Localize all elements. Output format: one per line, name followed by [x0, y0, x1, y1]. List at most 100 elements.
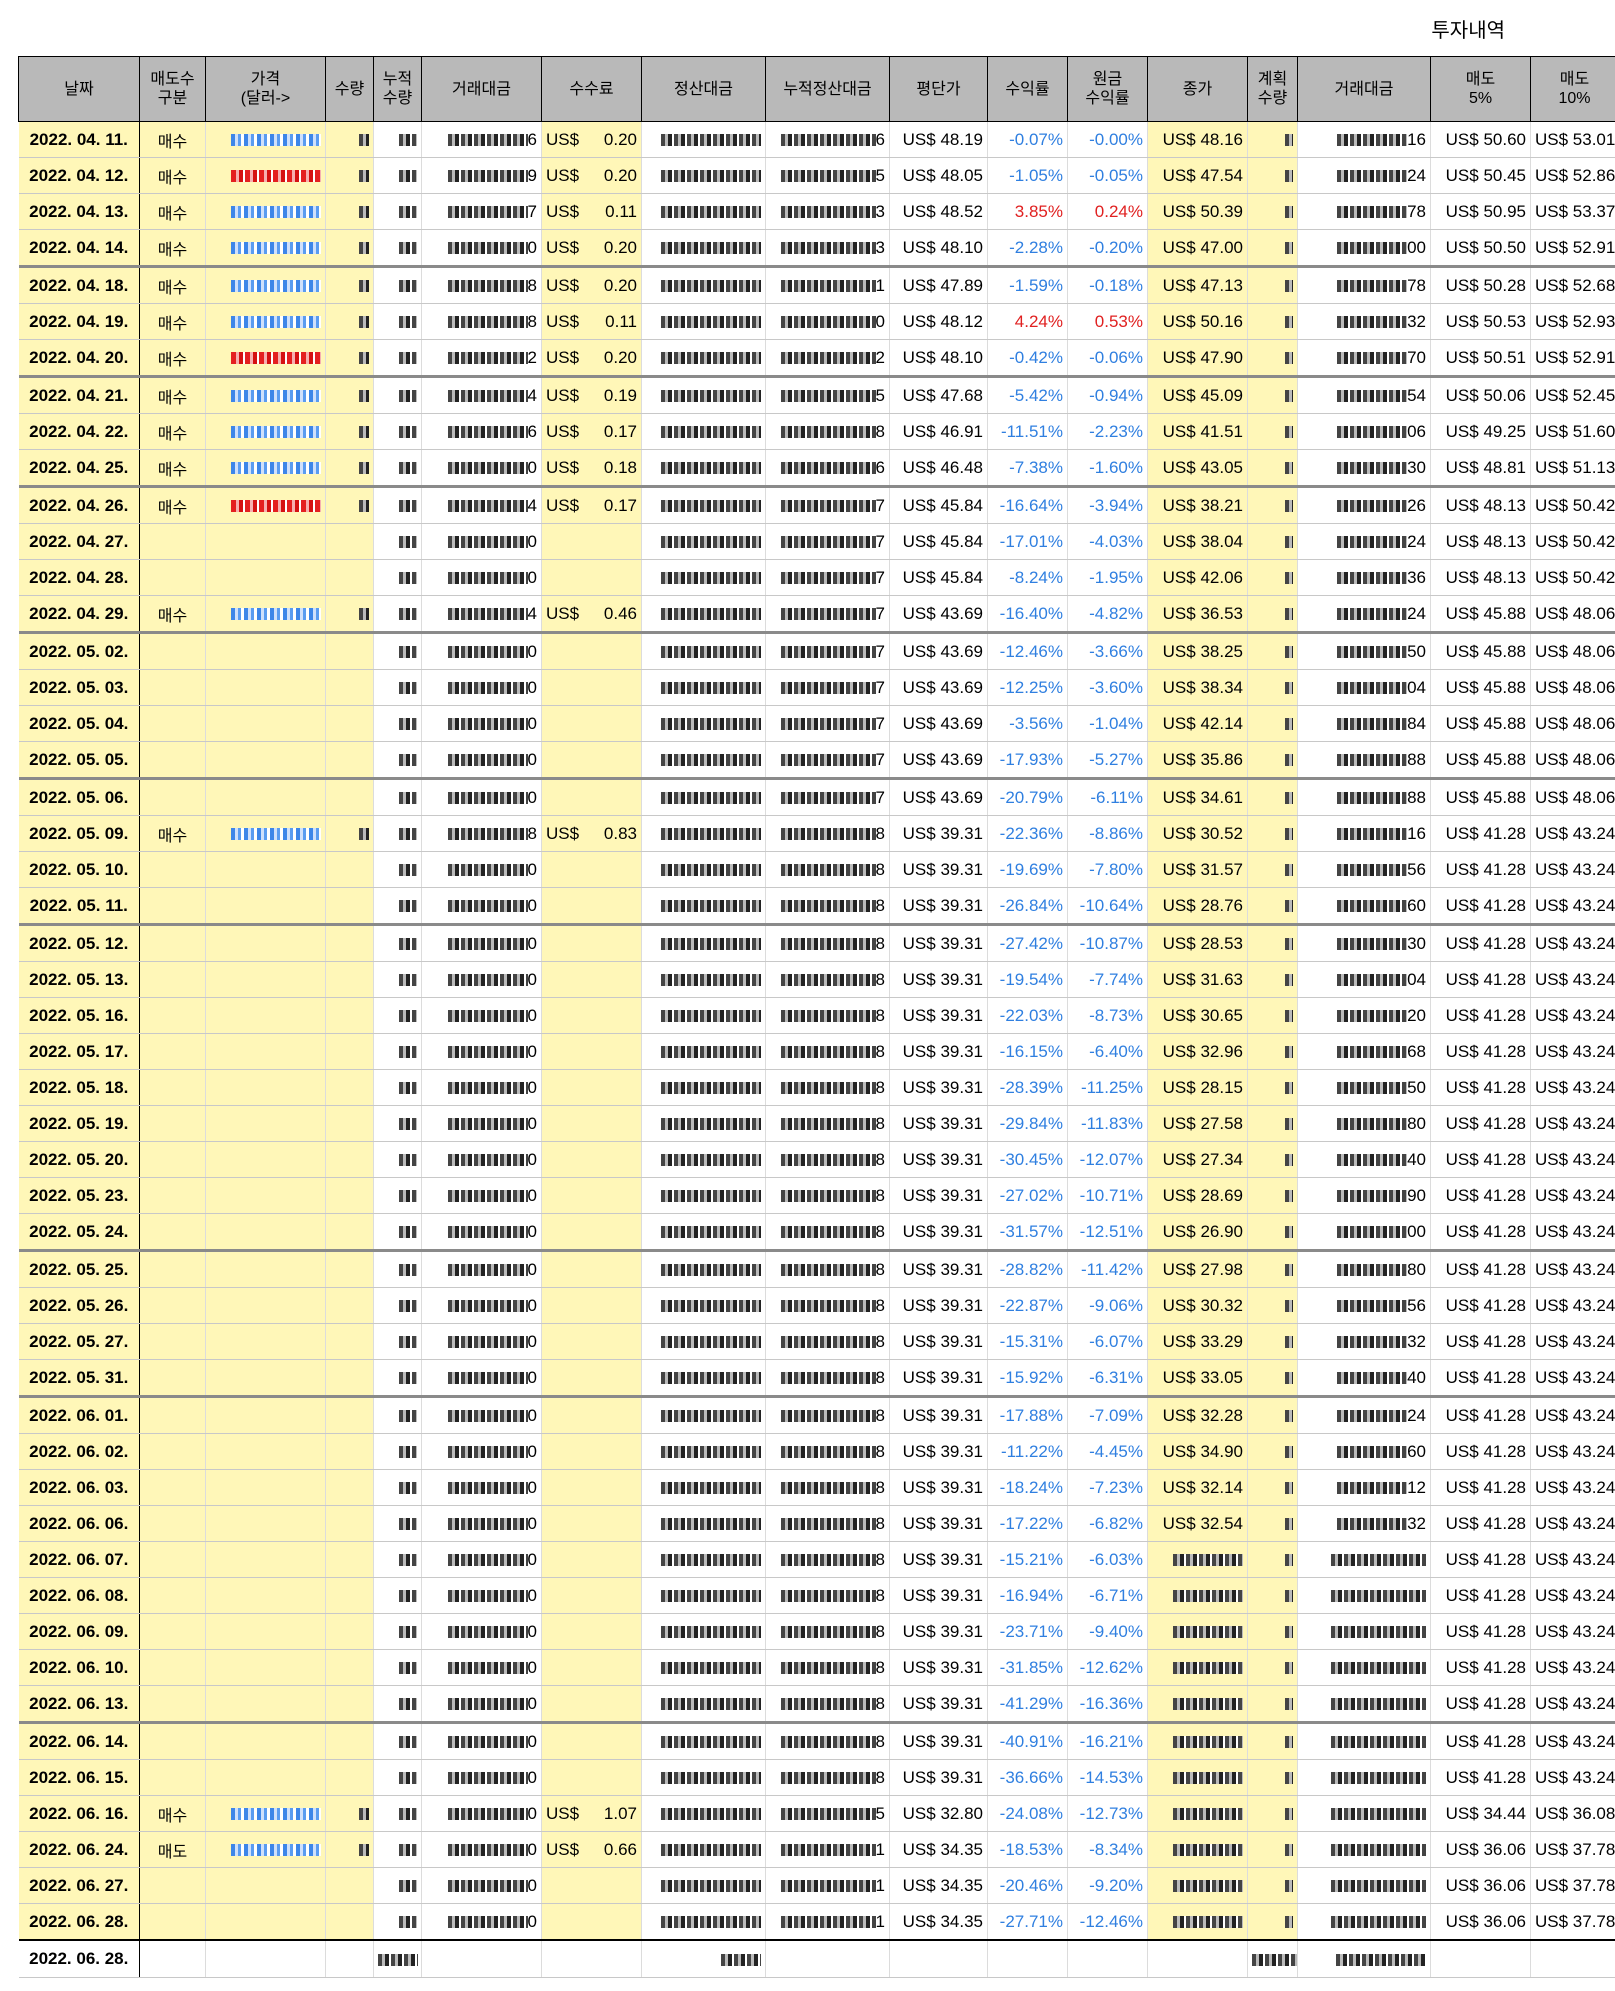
redacted-value — [447, 1662, 528, 1675]
trade-amount-2-cell: 30 — [1297, 449, 1431, 487]
trade-amount-digit: 0 — [527, 749, 537, 769]
trade-type-cell — [139, 1141, 206, 1178]
column-header[interactable]: 누적정산대금 — [765, 56, 890, 122]
date-cell: 2022. 06. 06. — [18, 1505, 140, 1542]
table-row[interactable]: 2022. 04. 19. 매수 8 US$ 0.11 0 US$ 48.12 4.24% 0.… — [18, 303, 1615, 340]
table-row[interactable]: 2022. 06. 28. 0 1 US$ 34.35 -27.71% -12.46% US… — [18, 1903, 1615, 1941]
table-row[interactable]: 2022. 04. 28. 0 7 US$ 45.84 -8.24% -1.95% US$ … — [18, 559, 1615, 596]
table-row[interactable]: 2022. 04. 26. 매수 4 US$ 0.17 7 US$ 45.84 -16.64%… — [18, 485, 1615, 524]
table-row[interactable]: 2022. 04. 18. 매수 8 US$ 0.20 1 US$ 47.89 -1.59% -… — [18, 265, 1615, 304]
table-row[interactable]: 2022. 04. 13. 매수 7 US$ 0.11 3 US$ 48.52 3.85% 0.… — [18, 193, 1615, 230]
column-header[interactable]: 정산대금 — [641, 56, 766, 122]
column-header[interactable]: 매도수 구분 — [139, 56, 206, 122]
column-header[interactable]: 거래대금 — [421, 56, 542, 122]
table-row[interactable]: 2022. 06. 14. 0 8 US$ 39.31 -40.91% -16.21% US… — [18, 1721, 1615, 1760]
trade-amount-2-cell: 32 — [1297, 1323, 1431, 1360]
trade-amount-2-cell: 24 — [1297, 157, 1431, 194]
table-row[interactable]: 2022. 06. 13. 0 8 US$ 39.31 -41.29% -16.36% US… — [18, 1685, 1615, 1723]
column-header[interactable]: 수량 — [325, 56, 374, 122]
table-row[interactable]: 2022. 06. 16. 매수 0 US$ 1.07 5 US$ 32.80 -24.08%… — [18, 1795, 1615, 1832]
table-row[interactable]: 2022. 05. 25. 0 8 US$ 39.31 -28.82% -11.42% US… — [18, 1249, 1615, 1288]
column-header[interactable]: 원금 수익률 — [1067, 56, 1148, 122]
table-row[interactable]: 2022. 06. 08. 0 8 US$ 39.31 -16.94% -6.71% US$… — [18, 1577, 1615, 1614]
table-row[interactable]: 2022. 05. 19. 0 8 US$ 39.31 -29.84% -11.83% US… — [18, 1105, 1615, 1142]
closing-price-cell: US$ 50.39 — [1147, 193, 1248, 230]
principal-return-text: -0.20% — [1089, 237, 1143, 257]
trade-amount-cell: 0 — [421, 1395, 542, 1434]
redacted-value — [780, 1082, 876, 1095]
trade-amount-cell: 4 — [421, 485, 542, 524]
table-row[interactable]: 2022. 04. 14. 매수 0 US$ 0.20 3 US$ 48.10 -2.28% -… — [18, 229, 1615, 267]
planned-quantity-cell — [1247, 1795, 1298, 1832]
redacted-value — [1337, 500, 1408, 513]
table-row[interactable]: 2022. 05. 16. 0 8 US$ 39.31 -22.03% -8.73% US$… — [18, 997, 1615, 1034]
table-row[interactable]: 2022. 06. 24. 매도 0 US$ 0.66 1 US$ 34.35 -18.53%… — [18, 1831, 1615, 1868]
table-row[interactable]: 2022. 05. 02. 0 7 US$ 43.69 -12.46% -3.66% US$… — [18, 631, 1615, 670]
column-header[interactable]: 계획 수량 — [1247, 56, 1298, 122]
table-row[interactable]: 2022. 06. 07. 0 8 US$ 39.31 -15.21% -6.03% US$… — [18, 1541, 1615, 1578]
table-row[interactable]: 2022. 06. 27. 0 1 US$ 34.35 -20.46% -9.20% US$… — [18, 1867, 1615, 1904]
table-row[interactable]: 2022. 04. 25. 매수 0 US$ 0.18 6 US$ 46.48 -7.38% -… — [18, 449, 1615, 487]
column-header[interactable]: 거래대금 — [1297, 56, 1431, 122]
sell-5-cell: US$ 41.28 — [1430, 1105, 1531, 1142]
fee-amount: 0.66 — [603, 1839, 637, 1859]
average-price-text: US$ 39.31 — [902, 969, 983, 989]
table-row[interactable]: 2022. 06. 10. 0 8 US$ 39.31 -31.85% -12.62% US… — [18, 1649, 1615, 1686]
column-header[interactable]: 매도 5% — [1430, 56, 1531, 122]
table-row[interactable]: 2022. 05. 13. 0 8 US$ 39.31 -19.54% -7.74% US$… — [18, 961, 1615, 998]
table-row[interactable]: 2022. 05. 23. 0 8 US$ 39.31 -27.02% -10.71% US… — [18, 1177, 1615, 1214]
redacted-value — [780, 1118, 876, 1131]
table-row[interactable]: 2022. 04. 27. 0 7 US$ 45.84 -17.01% -4.03% US$… — [18, 523, 1615, 560]
redacted-value — [661, 134, 761, 147]
table-row[interactable]: 2022. 05. 11. 0 8 US$ 39.31 -26.84% -10.64% US… — [18, 887, 1615, 925]
table-row[interactable]: 2022. 05. 27. 0 8 US$ 39.31 -15.31% -6.07% US$… — [18, 1323, 1615, 1360]
table-row[interactable]: 2022. 06. 09. 0 8 US$ 39.31 -23.71% -9.40% US$… — [18, 1613, 1615, 1650]
table-row[interactable]: 2022. 05. 18. 0 8 US$ 39.31 -28.39% -11.25% US… — [18, 1069, 1615, 1106]
table-row[interactable]: 2022. 04. 20. 매수 2 US$ 0.20 2 US$ 48.10 -0.42% -… — [18, 339, 1615, 377]
table-row[interactable]: 2022. 04. 12. 매수 9 US$ 0.20 5 US$ 48.05 -1.05% -… — [18, 157, 1615, 194]
table-row[interactable]: 2022. 04. 21. 매수 4 US$ 0.19 5 US$ 47.68 -5.42% -… — [18, 375, 1615, 414]
trade-amount-2-digit: 56 — [1407, 1295, 1426, 1315]
column-header[interactable]: 매도 10% — [1530, 56, 1615, 122]
table-row[interactable]: 2022. 05. 20. 0 8 US$ 39.31 -30.45% -12.07% US… — [18, 1141, 1615, 1178]
price-cell — [205, 669, 326, 706]
sell-5-text: US$ 36.06 — [1445, 1839, 1526, 1859]
settlement-amount-cell — [641, 887, 766, 925]
fee-cell — [541, 1759, 642, 1796]
table-row[interactable]: 2022. 05. 09. 매수 8 US$ 0.83 8 US$ 39.31 -22.36%… — [18, 815, 1615, 852]
table-row[interactable]: 2022. 05. 17. 0 8 US$ 39.31 -16.15% -6.40% US$… — [18, 1033, 1615, 1070]
sell-10-text: US$ 52.68 — [1535, 275, 1615, 295]
column-header[interactable]: 누적 수량 — [373, 56, 422, 122]
table-row[interactable]: 2022. 05. 06. 0 7 US$ 43.69 -20.79% -6.11% US$… — [18, 777, 1615, 816]
column-header[interactable]: 가격 (달러-> — [205, 56, 326, 122]
principal-return-cell: -9.06% — [1067, 1287, 1148, 1324]
table-row[interactable]: 2022. 05. 05. 0 7 US$ 43.69 -17.93% -5.27% US$… — [18, 741, 1615, 779]
table-row[interactable]: 2022. 06. 01. 0 8 US$ 39.31 -17.88% -7.09% US$… — [18, 1395, 1615, 1434]
quantity-cell — [325, 1105, 374, 1142]
sell-10-cell: US$ 43.24 — [1530, 1541, 1615, 1578]
table-row[interactable]: 2022. 05. 03. 0 7 US$ 43.69 -12.25% -3.60% US$… — [18, 669, 1615, 706]
table-row[interactable]: 2022. 06. 02. 0 8 US$ 39.31 -11.22% -4.45% US$… — [18, 1433, 1615, 1470]
table-row[interactable]: 2022. 05. 10. 0 8 US$ 39.31 -19.69% -7.80% US$… — [18, 851, 1615, 888]
table-row[interactable]: 2022. 05. 12. 0 8 US$ 39.31 -27.42% -10.87% US… — [18, 923, 1615, 962]
column-header[interactable]: 날짜 — [18, 56, 140, 122]
table-row[interactable]: 2022. 05. 26. 0 8 US$ 39.31 -22.87% -9.06% US$… — [18, 1287, 1615, 1324]
table-row[interactable]: 2022. 06. 03. 0 8 US$ 39.31 -18.24% -7.23% US$… — [18, 1469, 1615, 1506]
fee-cell — [541, 1469, 642, 1506]
column-header[interactable]: 수익률 — [987, 56, 1068, 122]
redacted-value — [399, 828, 417, 841]
column-header[interactable]: 수수료 — [541, 56, 642, 122]
table-row[interactable]: 2022. 05. 31. 0 8 US$ 39.31 -15.92% -6.31% US$… — [18, 1359, 1615, 1397]
table-row[interactable]: 2022. 04. 22. 매수 6 US$ 0.17 8 US$ 46.91 -11.51%… — [18, 413, 1615, 450]
table-row[interactable]: 2022. 06. 06. 0 8 US$ 39.31 -17.22% -6.82% US$… — [18, 1505, 1615, 1542]
table-row[interactable]: 2022. 04. 11. 매수 6 US$ 0.20 6 US$ 48.19 -0.07% -… — [18, 121, 1615, 158]
column-header[interactable]: 종가 — [1147, 56, 1248, 122]
table-row[interactable]: 2022. 05. 24. 0 8 US$ 39.31 -31.57% -12.51% US… — [18, 1213, 1615, 1251]
table-row[interactable]: 2022. 06. 15. 0 8 US$ 39.31 -36.66% -14.53% US… — [18, 1759, 1615, 1796]
column-header[interactable]: 평단가 — [889, 56, 988, 122]
sell-5-text: US$ 45.88 — [1445, 787, 1526, 807]
return-rate-text: -0.07% — [1009, 129, 1063, 149]
redacted-value — [231, 170, 321, 183]
table-row[interactable]: 2022. 05. 04. 0 7 US$ 43.69 -3.56% -1.04% US$ … — [18, 705, 1615, 742]
table-row[interactable]: 2022. 04. 29. 매수 4 US$ 0.46 7 US$ 43.69 -16.40%… — [18, 595, 1615, 633]
